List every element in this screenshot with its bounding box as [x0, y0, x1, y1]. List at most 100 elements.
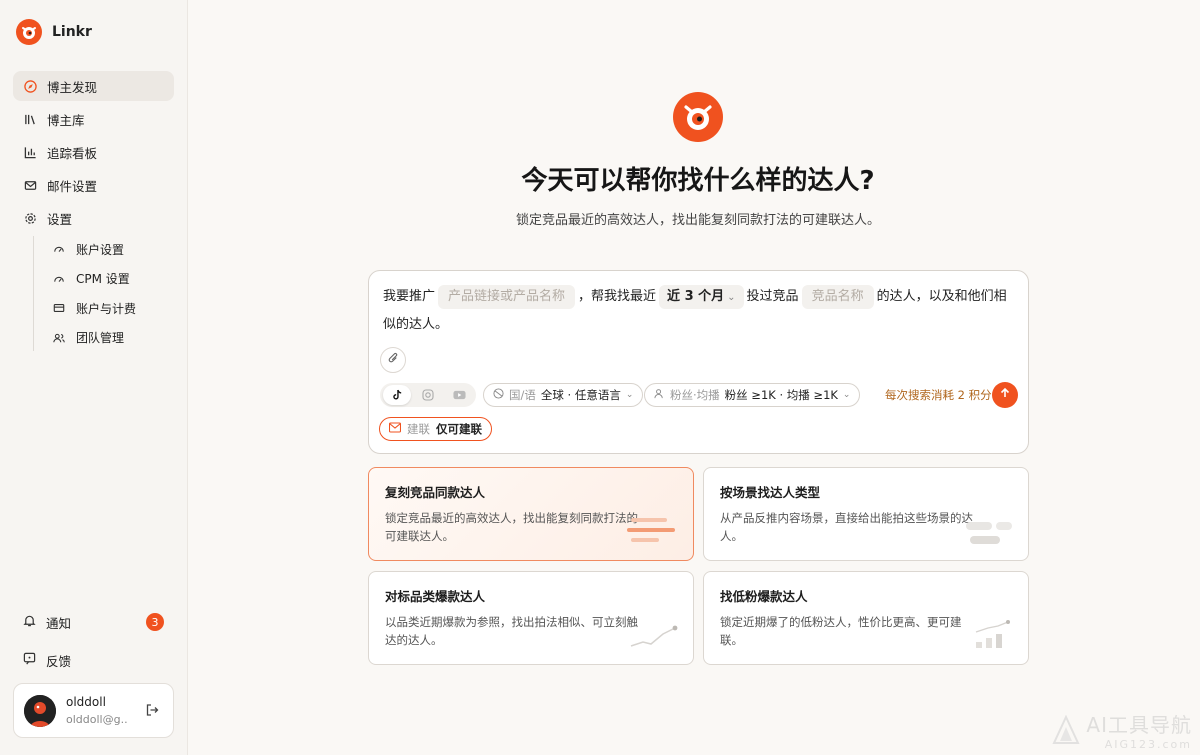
hero-owl-logo-icon	[673, 92, 723, 142]
mail-icon	[388, 422, 402, 436]
fans-key: 粉丝·均播	[670, 388, 720, 402]
watermark-line1: AI工具导航	[1086, 713, 1192, 737]
contact-value: 仅可建联	[436, 422, 482, 436]
users-icon	[52, 331, 66, 345]
hero-subtitle: 锁定竞品最近的高效达人，找出能复刻同款打法的可建联达人。	[515, 213, 880, 228]
credit-cost-text: 每次搜索消耗 2 积分	[885, 388, 992, 402]
contact-key: 建联	[407, 422, 430, 436]
card-desc: 从产品反推内容场景，直接给出能拍这些场景的达人。	[720, 511, 973, 543]
nav-item-discover[interactable]: 博主发现	[13, 71, 174, 101]
watermark: AI工具导航 AIG123.com	[1052, 709, 1192, 751]
fans-views-select[interactable]: 粉丝·均播 粉丝 ≥1K · 均播 ≥1K ⌄	[644, 383, 861, 407]
avatar	[24, 694, 56, 727]
card-icon	[52, 301, 66, 315]
lines-illustration-icon	[627, 518, 679, 550]
nav-label-billing: 账户与计费	[76, 301, 137, 316]
hero-title: 今天可以帮你找什么样的达人?	[521, 166, 875, 196]
contactable-filter[interactable]: 建联 仅可建联	[379, 417, 492, 441]
nav-item-billing[interactable]: 账户与计费	[48, 295, 174, 321]
region-value: 全球 · 任意语言	[540, 388, 621, 402]
brand[interactable]: Linkr	[16, 19, 92, 45]
platform-switcher	[380, 383, 476, 407]
trend-line-icon	[629, 624, 679, 654]
growth-bars-icon	[974, 620, 1014, 654]
nav-item-settings[interactable]: 设置	[13, 203, 174, 233]
tiktok-icon[interactable]	[383, 385, 411, 405]
user-card[interactable]: olddoll olddoll@g...	[13, 683, 174, 738]
nav-label-discover: 博主发现	[47, 79, 98, 95]
card-title: 按场景找达人类型	[720, 485, 821, 500]
card-desc: 以品类近期爆款为参照，找出拍法相似、可立刻触达的达人。	[385, 615, 638, 647]
user-email: olddoll@g...	[66, 713, 128, 726]
settings-subnav: 账户设置 CPM 设置 账户与计费 团队管理	[33, 236, 174, 351]
bar-chart-icon	[23, 145, 37, 159]
library-icon	[23, 112, 37, 126]
owl-logo-icon	[16, 19, 42, 45]
instagram-icon[interactable]	[414, 385, 442, 405]
region-language-select[interactable]: 国/语 全球 · 任意语言 ⌄	[483, 383, 644, 407]
paperclip-icon	[387, 352, 400, 369]
compass-icon	[23, 79, 37, 93]
main-nav: 博主发现 博主库 追踪看板 邮件设置 设置 账户设置 CPM 设置 账户与计费 …	[13, 71, 174, 354]
brand-name: Linkr	[52, 24, 92, 40]
card-title: 对标品类爆款达人	[385, 589, 486, 604]
nav-label-tracking: 追踪看板	[47, 145, 98, 161]
nav-label-settings: 设置	[47, 211, 73, 227]
watermark-logo-icon	[1052, 715, 1080, 744]
prompt-text-3: 投过竞品	[746, 289, 799, 304]
prompt-text-1: 我要推广	[383, 289, 436, 304]
region-key: 国/语	[509, 388, 536, 402]
chevron-down-icon: ⌄	[842, 390, 851, 400]
card-desc: 锁定近期爆了的低粉达人，性价比更高、更可建联。	[720, 615, 962, 647]
product-input[interactable]: 产品链接或产品名称	[438, 284, 576, 309]
template-card-low-fans[interactable]: 找低粉爆款达人 锁定近期爆了的低粉达人，性价比更高、更可建联。	[703, 571, 1029, 665]
arrow-up-icon	[999, 387, 1011, 403]
notifications-button[interactable]: 通知 3	[13, 608, 174, 636]
notification-count-badge: 3	[146, 613, 164, 631]
card-title: 找低粉爆款达人	[720, 589, 808, 604]
prompt-sentence: 我要推广 产品链接或产品名称 ，帮我找最近近 3 个月 ⌄ 投过竞品 竞品名称 的达人，以及…	[383, 283, 1013, 339]
nav-label-cpm-settings: CPM 设置	[76, 272, 130, 286]
globe-icon	[493, 388, 504, 402]
template-card-replicate[interactable]: 复刻竞品同款达人 锁定竞品最近的高效达人，找出能复刻同款打法的可建联达人。	[368, 467, 694, 561]
notifications-label: 通知	[46, 615, 72, 631]
card-desc: 锁定竞品最近的高效达人，找出能复刻同款打法的可建联达人。	[385, 511, 638, 543]
feedback-button[interactable]: 反馈	[13, 646, 174, 674]
watermark-line2: AIG123.com	[1104, 738, 1192, 751]
feedback-label: 反馈	[46, 653, 72, 669]
nav-item-team[interactable]: 团队管理	[48, 325, 174, 351]
bell-icon	[23, 614, 36, 630]
feedback-icon	[23, 652, 36, 668]
send-button[interactable]	[992, 382, 1018, 408]
period-select[interactable]: 近 3 个月 ⌄	[659, 284, 744, 309]
mail-icon	[23, 178, 37, 192]
nav-label-account-settings: 账户设置	[76, 242, 125, 257]
gear-icon	[23, 211, 37, 225]
nav-label-email: 邮件设置	[47, 178, 98, 194]
nav-item-tracking[interactable]: 追踪看板	[13, 137, 174, 167]
fans-value: 粉丝 ≥1K · 均播 ≥1K	[724, 388, 838, 402]
template-card-scene[interactable]: 按场景找达人类型 从产品反推内容场景，直接给出能拍这些场景的达人。	[703, 467, 1029, 561]
logout-icon[interactable]	[145, 703, 159, 721]
template-card-category[interactable]: 对标品类爆款达人 以品类近期爆款为参照，找出拍法相似、可立刻触达的达人。	[368, 571, 694, 665]
gauge-icon	[52, 242, 66, 256]
sidebar: Linkr 博主发现 博主库 追踪看板 邮件设置 设置 账户设置 CPM 设置 …	[0, 0, 188, 755]
user-name: olddoll	[66, 695, 106, 709]
blocks-illustration-icon	[966, 522, 1014, 550]
nav-label-team: 团队管理	[76, 331, 125, 345]
period-value: 近 3 个月	[667, 288, 725, 304]
search-composer: 我要推广 产品链接或产品名称 ，帮我找最近近 3 个月 ⌄ 投过竞品 竞品名称 的达人，以及…	[368, 270, 1029, 454]
prompt-text-2: ，帮我找最近	[578, 289, 657, 304]
nav-item-email[interactable]: 邮件设置	[13, 170, 174, 200]
gauge-icon	[52, 272, 66, 286]
nav-item-cpm-settings[interactable]: CPM 设置	[48, 266, 174, 292]
nav-label-library: 博主库	[47, 112, 85, 128]
chevron-down-icon: ⌄	[625, 390, 634, 400]
user-icon	[654, 388, 665, 402]
youtube-icon[interactable]	[445, 385, 473, 405]
attach-button[interactable]	[380, 347, 406, 373]
chevron-down-icon: ⌄	[727, 291, 736, 303]
nav-item-library[interactable]: 博主库	[13, 104, 174, 134]
competitor-input[interactable]: 竞品名称	[801, 284, 874, 309]
nav-item-account-settings[interactable]: 账户设置	[48, 236, 174, 262]
